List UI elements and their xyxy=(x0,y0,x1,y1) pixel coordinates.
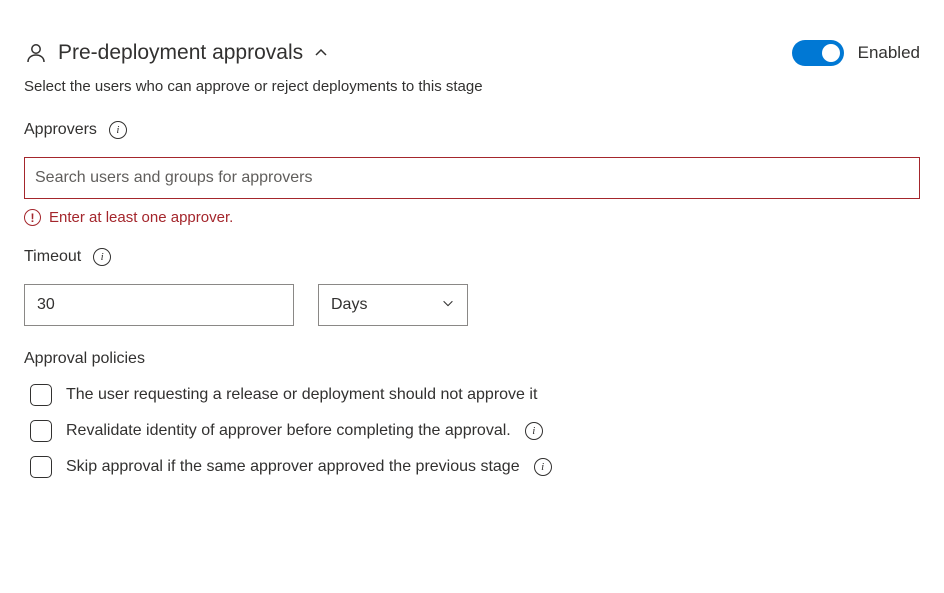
section-header[interactable]: Pre-deployment approvals xyxy=(24,41,329,65)
section-title: Pre-deployment approvals xyxy=(58,41,303,65)
error-icon: ! xyxy=(24,209,41,226)
approvers-search-input[interactable] xyxy=(24,157,920,199)
policy-checkbox[interactable] xyxy=(30,384,52,406)
timeout-unit-value: Days xyxy=(331,296,367,314)
section-description: Select the users who can approve or reje… xyxy=(24,78,920,95)
toggle-label: Enabled xyxy=(858,43,920,63)
info-icon[interactable]: i xyxy=(534,458,552,476)
error-message: Enter at least one approver. xyxy=(49,209,233,226)
timeout-value-input[interactable] xyxy=(24,284,294,326)
timeout-label: Timeout xyxy=(24,248,81,266)
chevron-up-icon xyxy=(313,45,329,61)
info-icon[interactable]: i xyxy=(109,121,127,139)
toggle-knob xyxy=(822,44,840,62)
enabled-toggle[interactable] xyxy=(792,40,844,66)
policy-text: Skip approval if the same approver appro… xyxy=(66,458,520,476)
policy-text: Revalidate identity of approver before c… xyxy=(66,422,511,440)
policy-checkbox[interactable] xyxy=(30,420,52,442)
timeout-unit-select[interactable]: Days xyxy=(318,284,468,326)
policies-label: Approval policies xyxy=(24,350,920,368)
info-icon[interactable]: i xyxy=(93,248,111,266)
approvers-label: Approvers xyxy=(24,121,97,139)
chevron-down-icon xyxy=(441,296,455,315)
policy-checkbox[interactable] xyxy=(30,456,52,478)
policy-text: The user requesting a release or deploym… xyxy=(66,386,537,404)
user-icon xyxy=(24,41,48,65)
info-icon[interactable]: i xyxy=(525,422,543,440)
